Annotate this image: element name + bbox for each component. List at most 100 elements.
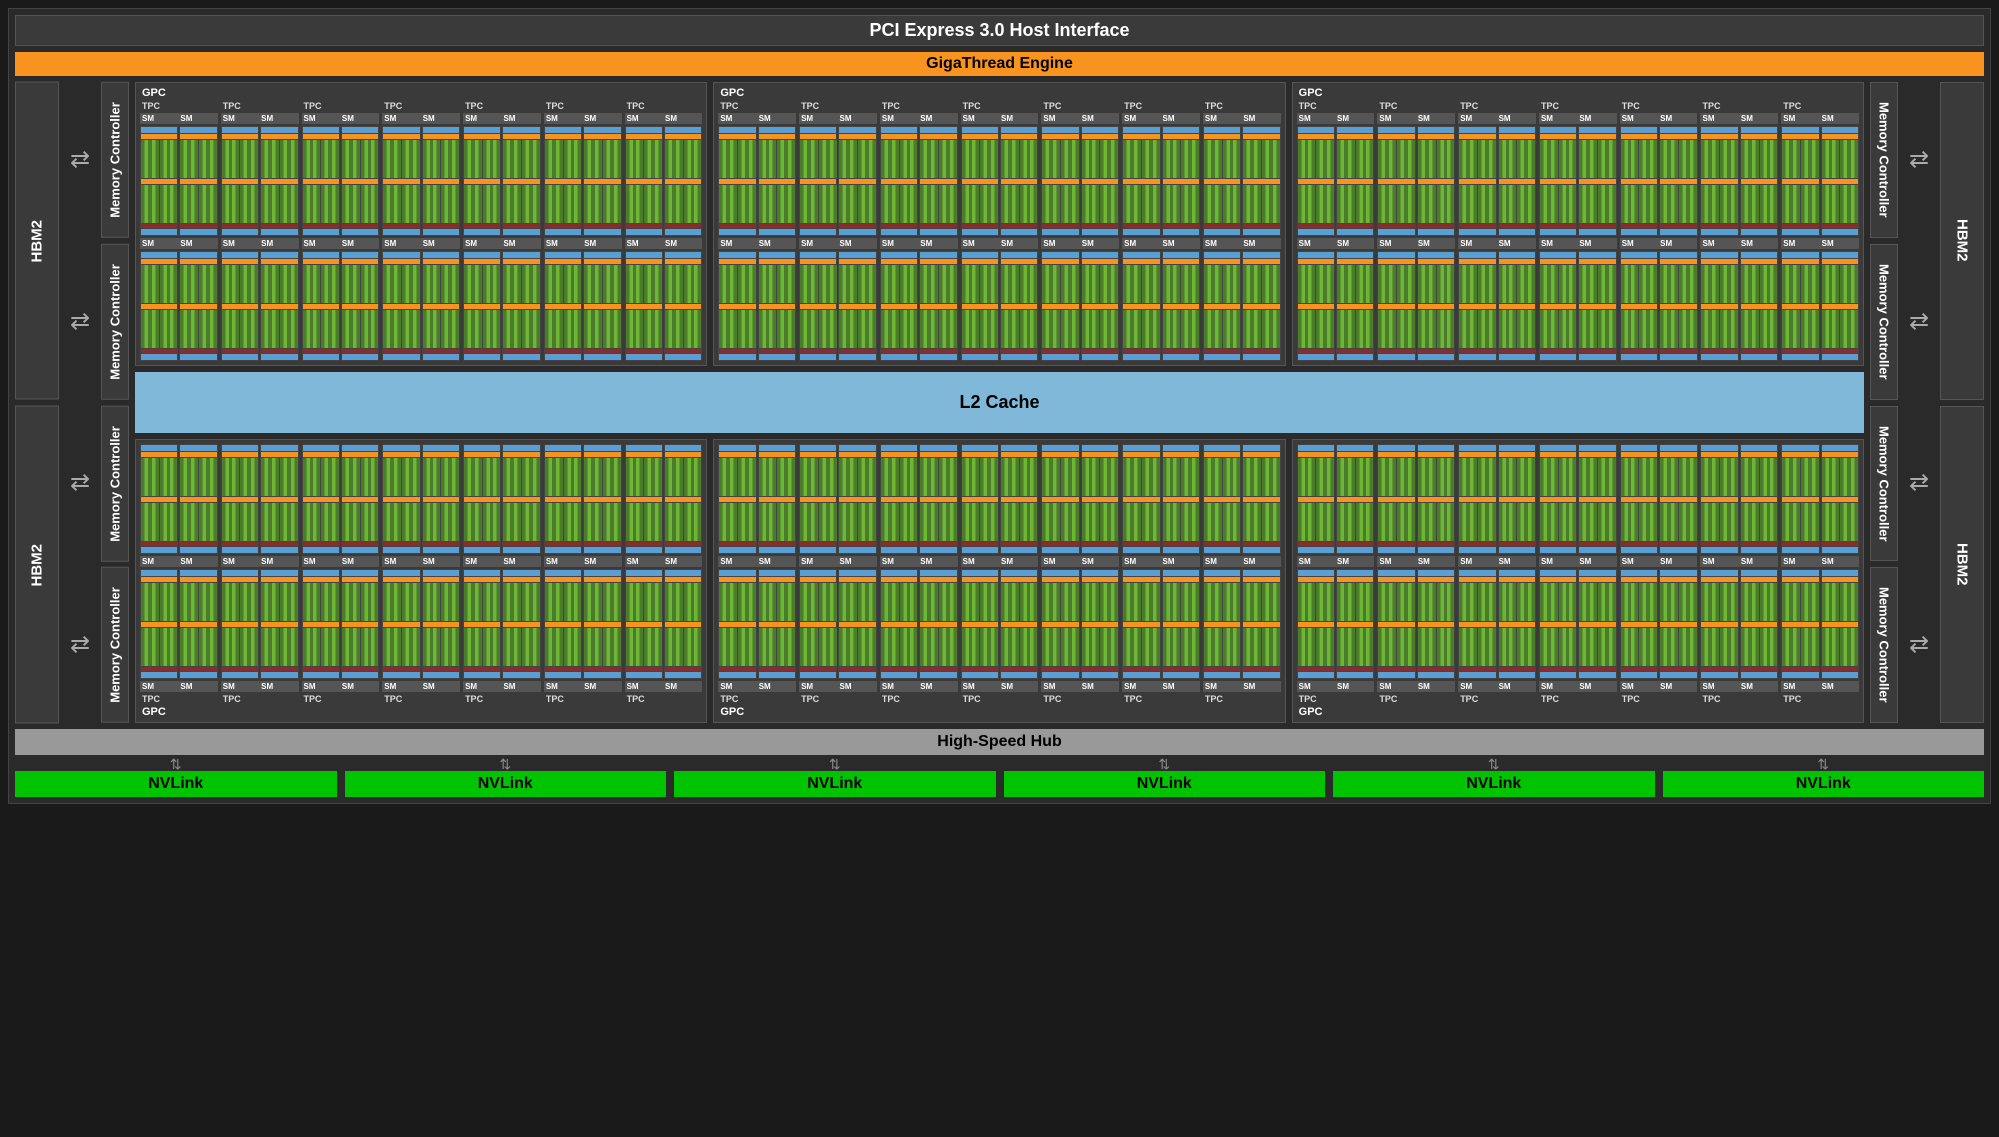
- sm-label: SM: [180, 114, 215, 123]
- sm-unit: [179, 251, 217, 361]
- sm-unit: [1498, 444, 1536, 554]
- hbm2-block: HBM2: [15, 406, 59, 724]
- tpc-label: TPC: [1620, 694, 1698, 704]
- tpc-label: TPC: [961, 101, 1039, 111]
- sm-body-row: [1297, 126, 1859, 236]
- sm-unit: [1458, 126, 1496, 236]
- sm-label: SM: [882, 114, 917, 123]
- sm-unit: [799, 444, 837, 554]
- sm-label: SM: [1379, 239, 1414, 248]
- sm-label: SM: [142, 114, 177, 123]
- arrows-right: ⇄ ⇄ ⇄ ⇄: [1904, 82, 1934, 723]
- sm-unit: [718, 569, 756, 679]
- sm-label: SM: [1702, 114, 1737, 123]
- sm-label: SM: [1579, 239, 1614, 248]
- sm-unit: [1122, 569, 1160, 679]
- sm-unit: [1578, 251, 1616, 361]
- sm-label: SM: [546, 682, 581, 691]
- sm-label: SM: [1243, 114, 1278, 123]
- gpc-label: GPC: [718, 87, 1280, 99]
- sm-label: SM: [1783, 114, 1818, 123]
- sm-unit: [1203, 126, 1241, 236]
- tpc-label: TPC: [625, 101, 703, 111]
- hbm2-right-column: HBM2 HBM2: [1940, 82, 1984, 723]
- sm-unit: [1417, 569, 1455, 679]
- sm-label: SM: [882, 557, 917, 566]
- sm-label: SM: [142, 682, 177, 691]
- sm-label: SM: [1337, 557, 1372, 566]
- sm-label: SM: [223, 114, 258, 123]
- sm-label: SM: [759, 557, 794, 566]
- sm-label: SM: [465, 682, 500, 691]
- tpc-label-row: TPCTPCTPCTPCTPCTPCTPC: [1297, 101, 1859, 111]
- sm-unit: [302, 126, 340, 236]
- sm-label: SM: [304, 682, 339, 691]
- sm-label: SM: [759, 239, 794, 248]
- sm-unit: [1539, 251, 1577, 361]
- sm-label-row: SMSMSMSMSMSMSMSMSMSMSMSMSMSM: [718, 113, 1280, 124]
- sm-unit: [1041, 126, 1079, 236]
- high-speed-hub: High-Speed Hub: [15, 729, 1984, 755]
- sm-label: SM: [1783, 682, 1818, 691]
- tpc-label: TPC: [880, 694, 958, 704]
- bidir-arrow-icon: ⇅: [170, 757, 182, 771]
- sm-label: SM: [1541, 682, 1576, 691]
- sm-unit: [1242, 569, 1280, 679]
- sm-unit: [1297, 126, 1335, 236]
- sm-unit: [544, 569, 582, 679]
- sm-unit: [799, 251, 837, 361]
- tpc-label-row: TPCTPCTPCTPCTPCTPCTPC: [718, 101, 1280, 111]
- sm-label: SM: [665, 557, 700, 566]
- sm-label: SM: [1741, 239, 1776, 248]
- sm-unit: [664, 126, 702, 236]
- sm-label: SM: [1579, 557, 1614, 566]
- sm-label: SM: [1702, 239, 1737, 248]
- tpc-label: TPC: [463, 694, 541, 704]
- sm-label: SM: [180, 557, 215, 566]
- nvlink-cell: ⇅ NVLink: [1004, 757, 1326, 797]
- gpc-block: SMSMSMSMSMSMSMSMSMSMSMSMSMSM: [1292, 439, 1864, 723]
- sm-label: SM: [801, 557, 836, 566]
- sm-label-row: SMSMSMSMSMSMSMSMSMSMSMSMSMSM: [140, 238, 702, 249]
- sm-label: SM: [1163, 682, 1198, 691]
- gpc-row-top: GPCTPCTPCTPCTPCTPCTPCTPCSMSMSMSMSMSMSMSM…: [135, 82, 1864, 366]
- sm-body-row: [718, 126, 1280, 236]
- sm-label: SM: [1822, 114, 1857, 123]
- sm-label: SM: [1379, 557, 1414, 566]
- sm-unit: [1081, 569, 1119, 679]
- sm-unit: [1700, 444, 1738, 554]
- tpc-label-row: TPCTPCTPCTPCTPCTPCTPC: [1297, 694, 1859, 704]
- sm-label: SM: [1499, 239, 1534, 248]
- sm-label: SM: [546, 557, 581, 566]
- sm-label: SM: [223, 682, 258, 691]
- sm-label: SM: [1082, 239, 1117, 248]
- sm-unit: [1578, 569, 1616, 679]
- nvlink-block: NVLink: [15, 771, 337, 797]
- sm-label: SM: [384, 114, 419, 123]
- sm-unit: [1578, 126, 1616, 236]
- sm-label: SM: [423, 557, 458, 566]
- sm-unit: [1417, 444, 1455, 554]
- sm-unit: [1000, 444, 1038, 554]
- sm-unit: [1203, 444, 1241, 554]
- sm-unit: [1203, 569, 1241, 679]
- sm-label: SM: [801, 682, 836, 691]
- sm-unit: [838, 569, 876, 679]
- sm-body-row: [140, 444, 702, 554]
- sm-unit: [1821, 569, 1859, 679]
- tpc-label: TPC: [382, 101, 460, 111]
- sm-label: SM: [1001, 239, 1036, 248]
- sm-unit: [1458, 251, 1496, 361]
- sm-unit: [1336, 444, 1374, 554]
- sm-label: SM: [720, 557, 755, 566]
- sm-unit: [1081, 126, 1119, 236]
- pci-interface-bar: PCI Express 3.0 Host Interface: [15, 15, 1984, 46]
- arrows-left: ⇄ ⇄ ⇄ ⇄: [65, 82, 95, 723]
- sm-unit: [718, 126, 756, 236]
- sm-unit: [1578, 444, 1616, 554]
- sm-unit: [1081, 444, 1119, 554]
- sm-label: SM: [1783, 239, 1818, 248]
- sm-unit: [919, 126, 957, 236]
- sm-unit: [341, 251, 379, 361]
- gpc-row-bottom: SM SM SM SM SM SM SM SM SM SM SM SM SM SM: [135, 439, 1864, 723]
